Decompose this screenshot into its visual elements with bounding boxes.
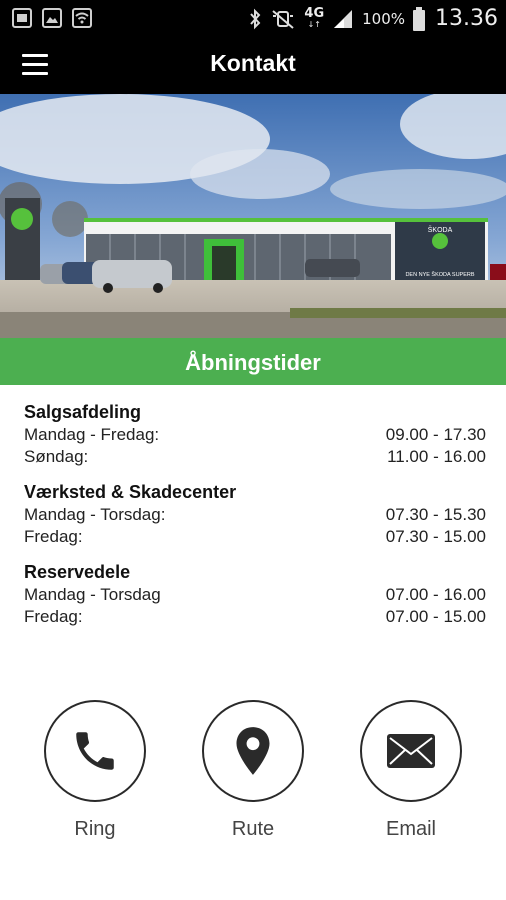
page-title: Kontakt bbox=[210, 50, 296, 76]
mute-icon bbox=[272, 9, 295, 29]
route-circle[interactable] bbox=[202, 700, 304, 802]
opening-hours-header: Åbningstider bbox=[0, 338, 506, 385]
phone-icon bbox=[76, 732, 114, 770]
route-label: Rute bbox=[231, 818, 275, 840]
map-pin-icon bbox=[236, 727, 270, 775]
clock: 13.36 bbox=[435, 6, 498, 31]
day-label: Fredag: bbox=[24, 607, 83, 626]
section-title: Salgsafdeling bbox=[24, 402, 142, 422]
time-value: 07.00 - 16.00 bbox=[385, 585, 486, 604]
email-circle[interactable] bbox=[360, 700, 462, 802]
time-value: 07.30 - 15.30 bbox=[385, 505, 486, 524]
hours-row: Mandag - Fredag: 09.00 - 17.30 bbox=[24, 424, 486, 446]
call-circle[interactable] bbox=[44, 700, 146, 802]
hours-row: Fredag: 07.00 - 15.00 bbox=[24, 606, 486, 628]
section-title: Værksted & Skadecenter bbox=[24, 482, 237, 502]
signal-icon bbox=[334, 9, 353, 28]
hours-section-sales: Salgsafdeling Mandag - Fredag: 09.00 - 1… bbox=[24, 400, 486, 468]
time-value: 07.00 - 15.00 bbox=[385, 607, 486, 626]
status-right-icons: 4G ↓↑ 100% 13.36 bbox=[248, 6, 498, 31]
hours-section-workshop: Værksted & Skadecenter Mandag - Torsdag:… bbox=[24, 480, 486, 548]
call-label: Ring bbox=[74, 818, 116, 840]
hours-row: Mandag - Torsdag 07.00 - 16.00 bbox=[24, 584, 486, 606]
envelope-icon bbox=[387, 734, 435, 768]
bluetooth-icon bbox=[250, 8, 261, 29]
battery-percent: 100% bbox=[362, 9, 406, 28]
time-value: 11.00 - 16.00 bbox=[387, 447, 486, 466]
section-title: Reservedele bbox=[24, 562, 131, 582]
day-label: Fredag: bbox=[24, 527, 83, 546]
route-button[interactable]: Rute bbox=[201, 700, 305, 841]
wifi-icon bbox=[72, 8, 92, 28]
hours-row: Fredag: 07.30 - 15.00 bbox=[24, 526, 486, 548]
hours-row: Mandag - Torsdag: 07.30 - 15.30 bbox=[24, 504, 486, 526]
day-label: Mandag - Fredag: bbox=[24, 425, 160, 444]
app-bar: Kontakt bbox=[0, 36, 506, 94]
storage-icon bbox=[12, 8, 32, 28]
hours-section-parts: Reservedele Mandag - Torsdag 07.00 - 16.… bbox=[24, 560, 486, 628]
contact-actions: Ring Rute Email bbox=[0, 700, 506, 860]
battery-icon bbox=[413, 6, 426, 31]
time-value: 07.30 - 15.00 bbox=[385, 527, 486, 546]
call-button[interactable]: Ring bbox=[43, 700, 147, 841]
email-label: Email bbox=[385, 818, 436, 840]
hours-row: Søndag: 11.00 - 16.00 bbox=[24, 446, 486, 468]
email-button[interactable]: Email bbox=[359, 700, 463, 841]
hero-banner-text: DEN NYE ŠKODA SUPERB bbox=[405, 271, 474, 278]
day-label: Mandag - Torsdag: bbox=[24, 505, 166, 524]
image-icon bbox=[42, 8, 62, 28]
status-left-icons bbox=[12, 8, 92, 28]
day-label: Mandag - Torsdag bbox=[24, 585, 161, 604]
time-value: 09.00 - 17.30 bbox=[385, 425, 486, 444]
network-type: 4G ↓↑ bbox=[304, 5, 325, 29]
day-label: Søndag: bbox=[24, 447, 89, 466]
dealership-photo: ŠKODA DEN NYE ŠKODA SUPERB bbox=[0, 94, 506, 338]
status-bar: 4G ↓↑ 100% 13.36 bbox=[0, 0, 506, 36]
hero-sign-text: ŠKODA bbox=[428, 225, 453, 234]
opening-hours-list: Salgsafdeling Mandag - Fredag: 09.00 - 1… bbox=[24, 400, 486, 640]
